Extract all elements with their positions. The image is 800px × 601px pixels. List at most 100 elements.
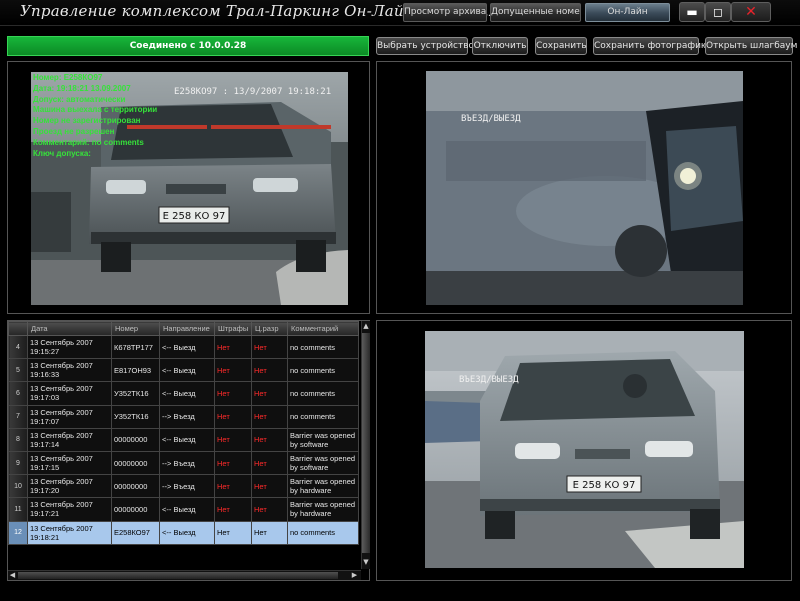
vertical-scroll-thumb[interactable]: [362, 333, 370, 553]
row-number: 00000000: [111, 450, 160, 476]
vertical-scrollbar[interactable]: ▲ ▼: [361, 321, 370, 569]
row-direction: <-- Выезд: [159, 520, 215, 545]
info-comment: Комментарий: no comments: [33, 137, 144, 147]
table-row[interactable]: 5 13 Сентябрь 2007 19:16:33 Е817ОН93 <--…: [8, 358, 359, 383]
save-button[interactable]: Сохранить: [535, 37, 587, 55]
row-date: 13 Сентябрь 2007 19:15:27: [27, 334, 112, 360]
row-index: 8: [8, 427, 28, 452]
info-car-left: Машина выехала с территории: [33, 105, 158, 115]
info-passage: Проезд не разрешен: [33, 126, 115, 136]
row-direction: --> Въезд: [159, 450, 215, 476]
bottom-camera-image: Е 258 КО 97 ВЪЕЗД/ВЫЕЗД: [425, 331, 744, 568]
row-number: У352ТК16: [111, 404, 160, 429]
row-date: 13 Сентябрь 2007 19:17:07: [27, 404, 112, 429]
scroll-left-icon[interactable]: ◀: [8, 571, 17, 580]
table-row[interactable]: 8 13 Сентябрь 2007 19:17:14 00000000 <--…: [8, 427, 359, 452]
row-fines: Нет: [214, 404, 252, 429]
header-permission[interactable]: Ц.разр: [251, 321, 288, 336]
info-number: Номер: Е258КО97: [33, 73, 103, 82]
row-fines: Нет: [214, 450, 252, 476]
table-row[interactable]: 10 13 Сентябрь 2007 19:17:20 00000000 --…: [8, 474, 359, 499]
header-index: [8, 321, 28, 336]
row-fines: Нет: [214, 334, 252, 360]
row-permission: Нет: [251, 450, 288, 476]
row-number: У352ТК16: [111, 381, 160, 406]
scroll-up-icon[interactable]: ▲: [362, 321, 370, 331]
row-comment: no comments: [287, 404, 359, 429]
horizontal-scroll-thumb[interactable]: [18, 572, 338, 579]
main-camera-caption: Е258КО97 : 13/9/2007 19:18:21: [174, 87, 332, 97]
recognition-info: Номер: Е258КО97 Дата: 19:18:21 13.09.200…: [33, 73, 157, 159]
header-comment[interactable]: Комментарий: [287, 321, 359, 336]
tab-allowed-numbers[interactable]: Допущенные номера: [490, 3, 581, 22]
save-photo-button[interactable]: Сохранить фотографию: [593, 37, 709, 55]
minimize-button[interactable]: ▬: [679, 2, 705, 22]
info-key: Ключ допуска:: [33, 148, 91, 158]
row-permission: Нет: [251, 404, 288, 429]
row-number: Е258КО97: [111, 520, 160, 545]
info-not-registered: Номер не зарегистрирован: [33, 116, 141, 126]
row-comment: Barrier was opened by hardware: [287, 474, 359, 499]
events-table: Дата Номер Направление Штрафы Ц.разр Ком…: [8, 321, 359, 545]
table-row[interactable]: 11 13 Сентябрь 2007 19:17:21 00000000 <-…: [8, 497, 359, 522]
row-permission: Нет: [251, 358, 288, 383]
connection-status: Соединено с 10.0.0.28: [7, 36, 369, 56]
row-comment: Barrier was opened by software: [287, 450, 359, 476]
row-index: 9: [8, 450, 28, 476]
disconnect-button[interactable]: Отключить: [472, 37, 528, 55]
main-camera-panel: Е 258 КО 97 Е258КО97 : 13/9/2007 19:18:2…: [7, 61, 370, 314]
row-number: 00000000: [111, 497, 160, 522]
scroll-right-icon[interactable]: ▶: [350, 571, 359, 580]
table-row-selected[interactable]: 12 13 Сентябрь 2007 19:18:21 Е258КО97 <-…: [8, 520, 359, 545]
row-comment: Barrier was opened by software: [287, 427, 359, 452]
maximize-button[interactable]: ◻: [705, 2, 731, 22]
close-button[interactable]: ✕: [731, 2, 771, 22]
row-comment: no comments: [287, 334, 359, 360]
header-number[interactable]: Номер: [111, 321, 160, 336]
row-number: 00000000: [111, 427, 160, 452]
info-datetime: Дата: 19:18:21 13.09.2007: [33, 83, 131, 93]
row-direction: <-- Выезд: [159, 334, 215, 360]
select-device-button[interactable]: Выбрать устройство: [376, 37, 474, 55]
row-index: 11: [8, 497, 28, 522]
row-direction: --> Въезд: [159, 404, 215, 429]
header-fines[interactable]: Штрафы: [214, 321, 252, 336]
row-date: 13 Сентябрь 2007 19:17:03: [27, 381, 112, 406]
title-bar: Управление комплексом Трал-Паркинг Он-Ла…: [0, 0, 800, 26]
events-body: 4 13 Сентябрь 2007 19:15:27 К678ТР177 <-…: [8, 334, 359, 545]
row-direction: <-- Выезд: [159, 427, 215, 452]
table-row[interactable]: 4 13 Сентябрь 2007 19:15:27 К678ТР177 <-…: [8, 334, 359, 360]
row-comment: no comments: [287, 358, 359, 383]
row-index: 7: [8, 404, 28, 429]
row-comment: no comments: [287, 381, 359, 406]
header-direction[interactable]: Направление: [159, 321, 215, 336]
row-direction: --> Въезд: [159, 474, 215, 499]
row-number: Е817ОН93: [111, 358, 160, 383]
events-panel: Дата Номер Направление Штрафы Ц.разр Ком…: [7, 320, 370, 581]
row-permission: Нет: [251, 427, 288, 452]
header-date[interactable]: Дата: [27, 321, 112, 336]
row-permission: Нет: [251, 520, 288, 545]
tab-online[interactable]: Он-Лайн: [585, 3, 670, 22]
row-number: К678ТР177: [111, 334, 160, 360]
info-access: Допуск: автоматически: [33, 94, 126, 104]
table-row[interactable]: 7 13 Сентябрь 2007 19:17:07 У352ТК16 -->…: [8, 404, 359, 429]
row-index: 5: [8, 358, 28, 383]
row-date: 13 Сентябрь 2007 19:16:33: [27, 358, 112, 383]
table-row[interactable]: 6 13 Сентябрь 2007 19:17:03 У352ТК16 <--…: [8, 381, 359, 406]
row-date: 13 Сентябрь 2007 19:17:15: [27, 450, 112, 476]
tab-archive[interactable]: Просмотр архива: [403, 3, 487, 22]
open-barrier-button[interactable]: Открыть шлагбаум: [705, 37, 797, 55]
row-index: 4: [8, 334, 28, 360]
table-row[interactable]: 9 13 Сентябрь 2007 19:17:15 00000000 -->…: [8, 450, 359, 476]
row-fines: Нет: [214, 497, 252, 522]
scroll-down-icon[interactable]: ▼: [362, 557, 370, 567]
horizontal-scrollbar[interactable]: ◀ ▶: [8, 570, 361, 580]
row-fines: Нет: [214, 474, 252, 499]
row-date: 13 Сентябрь 2007 19:17:20: [27, 474, 112, 499]
row-permission: Нет: [251, 381, 288, 406]
row-comment: no comments: [287, 520, 359, 545]
row-permission: Нет: [251, 474, 288, 499]
row-comment: Barrier was opened by hardware: [287, 497, 359, 522]
row-fines: Нет: [214, 381, 252, 406]
